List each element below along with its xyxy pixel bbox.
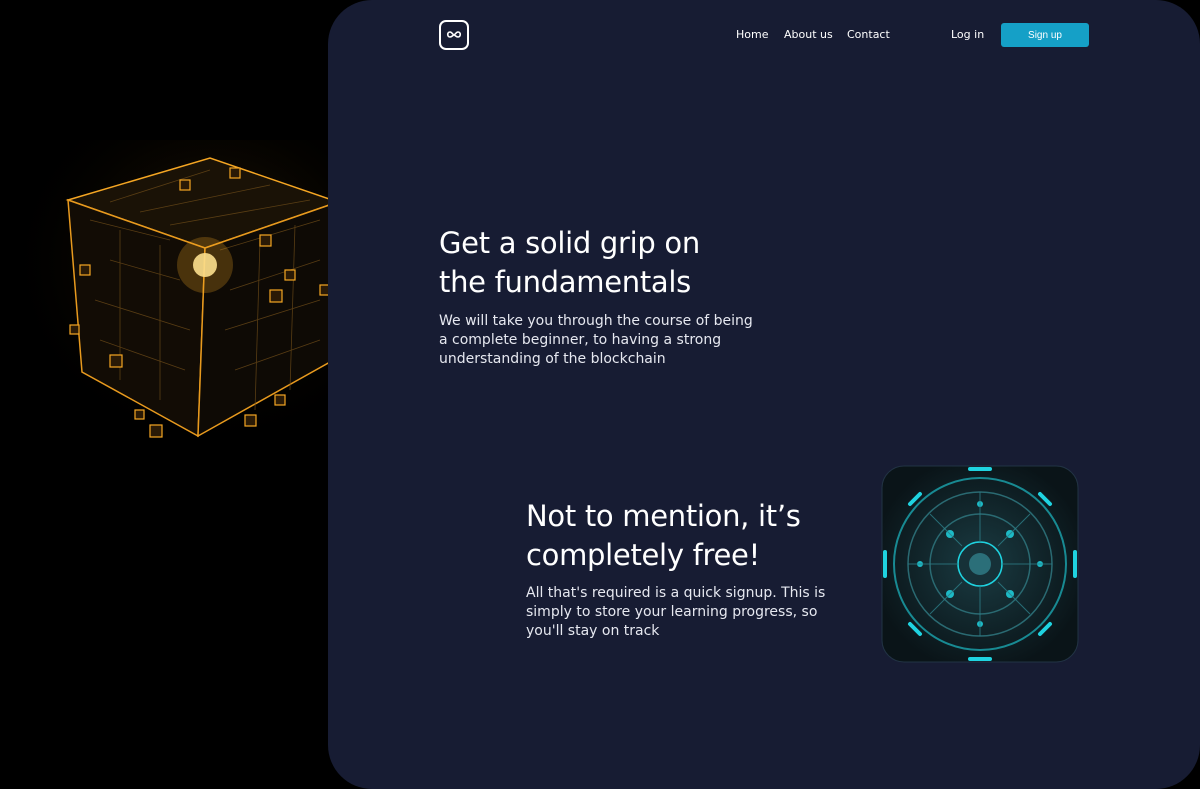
section2-body-line3: you'll stay on track <box>526 623 660 639</box>
section1-body-line1: We will take you through the course of b… <box>439 313 753 329</box>
signup-button[interactable]: Sign up <box>1001 23 1089 47</box>
section1-body-line2: a complete beginner, to having a strong <box>439 332 722 348</box>
nav-contact-link[interactable]: Contact <box>847 28 890 41</box>
section1-body: We will take you through the course of b… <box>439 312 753 369</box>
content-panel <box>328 0 1200 789</box>
blockchain-cube-image <box>20 140 370 460</box>
section2-heading-line1: Not to mention, it’s <box>526 499 801 533</box>
section2-body-line2: simply to store your learning progress, … <box>526 604 818 620</box>
infinity-logo-icon[interactable] <box>439 20 469 50</box>
section1-body-line3: understanding of the blockchain <box>439 351 666 367</box>
login-link[interactable]: Log in <box>951 28 984 41</box>
section2-body-line1: All that's required is a quick signup. T… <box>526 585 826 601</box>
section1-heading-line1: Get a solid grip on <box>439 226 700 260</box>
section2-body: All that's required is a quick signup. T… <box>526 584 825 641</box>
section1-heading-line2: the fundamentals <box>439 265 691 299</box>
circuit-tile-image <box>880 464 1080 664</box>
section2-heading: Not to mention, it’s completely free! <box>526 497 801 575</box>
section2-heading-line2: completely free! <box>526 538 760 572</box>
section1-heading: Get a solid grip on the fundamentals <box>439 224 700 302</box>
nav-home-link[interactable]: Home <box>736 28 768 41</box>
nav-about-us-link[interactable]: About us <box>784 28 833 41</box>
